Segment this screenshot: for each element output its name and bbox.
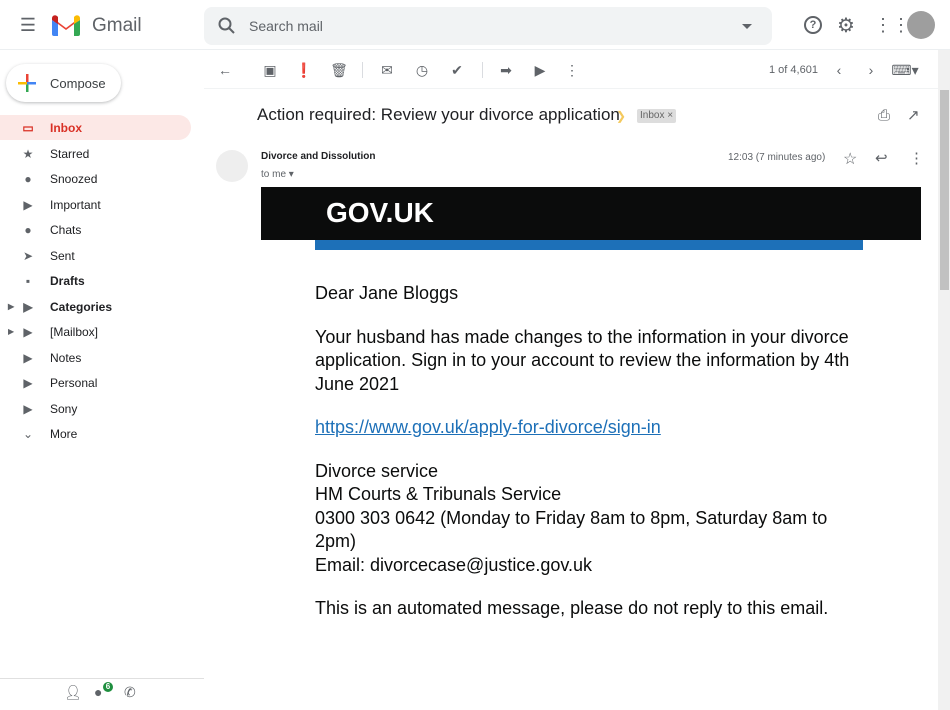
star-icon[interactable]: ☆ [843,149,857,169]
reply-icon[interactable]: ↩ [875,149,888,167]
sig-line: Email: divorcecase@justice.gov.uk [315,554,593,575]
more-options-icon[interactable]: ⋮ [909,149,924,167]
search-bar[interactable]: Search mail [204,7,772,45]
gmail-logo-icon[interactable] [52,15,80,36]
expand-arrow-icon[interactable]: ▶ [8,327,14,336]
label-icon: ▶ [23,299,33,314]
sender-avatar [216,150,248,182]
govuk-blue-bar [315,240,863,250]
print-icon[interactable]: ⎙ [878,107,890,124]
inbox-label-chip[interactable]: Inbox × [637,109,677,123]
remove-label-icon[interactable]: × [667,110,673,121]
add-task-icon[interactable]: ✔ [448,61,466,79]
chat-icon: ● [24,222,32,237]
greeting: Dear Jane Bloggs [315,283,459,303]
label-text: Inbox [640,110,665,121]
search-input[interactable]: Search mail [249,18,323,34]
email-body: Dear Jane Bloggs Your husband has made c… [315,282,863,641]
sender-name[interactable]: Divorce and Dissolution [261,151,375,162]
signature: Divorce service HM Courts & Tribunals Ser… [315,460,863,578]
sidebar-item-personal[interactable]: ▶ Personal [0,370,191,395]
pagination-text: 1 of 4,601 [769,64,818,76]
sidebar-footer-divider [0,678,204,679]
more-vert-icon[interactable]: ⋮ [563,61,581,79]
email-time: 12:03 (7 minutes ago) [728,152,826,163]
expand-arrow-icon[interactable]: ▶ [8,302,14,311]
label-icon: ▶ [23,401,33,416]
star-icon: ★ [22,146,34,161]
back-arrow-icon[interactable]: ← [216,61,234,79]
compose-button[interactable]: Compose [6,64,121,102]
sidebar-item-starred[interactable]: ★ Starred [0,141,191,166]
sidebar-item-snoozed[interactable]: ● Snoozed [0,166,191,191]
sig-line: Divorce service [315,460,439,481]
plus-icon [18,74,36,92]
label-icon: ▶ [23,375,33,390]
sidebar-item-drafts[interactable]: ▪ Drafts [0,268,191,293]
automated-notice: This is an automated message, please do … [315,598,829,618]
delete-icon[interactable]: 🗑︎ [330,61,348,79]
message-paragraph: Your husband has made changes to the inf… [315,326,850,394]
top-bar: ☰ Gmail Search mail ? ⚙ ⋮⋮⋮ [0,0,950,50]
importance-marker-icon[interactable]: ❯ [616,109,626,123]
inbox-icon: ▭ [22,120,34,135]
email-subject: Action required: Review your divorce app… [257,105,620,124]
help-icon[interactable]: ? [804,16,822,34]
hangouts-chat-icon[interactable]: ● [94,684,102,700]
sign-in-link[interactable]: https://www.gov.uk/apply-for-divorce/sig… [315,417,661,437]
app-name: Gmail [92,15,142,36]
clock-icon: ● [24,171,32,186]
draft-icon: ▪ [25,273,31,288]
account-avatar[interactable] [907,11,935,39]
recipient-text: to me [261,169,287,180]
govuk-logo-text[interactable]: GOV.UK [326,197,434,229]
sidebar-item-more[interactable]: ⌄ More [0,421,191,446]
label-icon: ▶ [23,324,33,339]
open-new-window-icon[interactable]: ↗ [907,106,920,124]
toolbar-separator [362,62,363,78]
mark-unread-icon[interactable]: ✉ [378,61,396,79]
main-menu-icon[interactable]: ☰ [18,15,38,35]
govuk-header-banner: GOV.UK [261,187,921,240]
compose-label: Compose [50,76,106,91]
report-spam-icon[interactable]: ❗ [295,61,313,79]
move-to-icon[interactable]: ➡ [497,61,515,79]
sig-line: 0300 303 0642 (Monday to Friday 8am to 8… [315,507,828,552]
sidebar-item-sony[interactable]: ▶ Sony [0,396,191,421]
labels-icon[interactable]: ▶ [531,61,549,79]
phone-icon[interactable]: ✆ [124,684,136,701]
sidebar-item-chats[interactable]: ● Chats [0,217,191,242]
search-options-icon[interactable] [742,24,752,34]
sidebar-item-inbox[interactable]: ▭ Inbox [0,115,191,140]
chat-count-badge: 6 [103,682,113,692]
recipient-dropdown[interactable]: to me ▾ [261,169,294,180]
send-icon: ➤ [22,248,34,263]
older-chevron-icon[interactable]: › [862,61,880,79]
contacts-person-icon[interactable]: 👤︎ [64,684,82,701]
sidebar-item-notes[interactable]: ▶ Notes [0,345,191,370]
newer-chevron-icon[interactable]: ‹ [830,61,848,79]
settings-gear-icon[interactable]: ⚙ [837,13,855,38]
input-tools-keyboard-icon[interactable]: ⌨▾ [891,61,918,79]
sig-line: HM Courts & Tribunals Service [315,484,562,504]
scrollbar-thumb[interactable] [940,90,949,290]
important-icon: ▶ [23,197,33,212]
sidebar-item-categories[interactable]: ▶ ▶ Categories [0,294,191,319]
snooze-clock-icon[interactable]: ◷ [413,61,431,79]
toolbar-divider [204,88,938,89]
toolbar-separator [482,62,483,78]
sidebar-item-important[interactable]: ▶ Important [0,192,191,217]
search-icon[interactable] [218,17,235,34]
chevron-down-icon: ⌄ [22,426,34,441]
sidebar-item-sent[interactable]: ➤ Sent [0,243,191,268]
label-icon: ▶ [23,350,33,365]
sidebar-item-mailbox[interactable]: ▶ ▶ [Mailbox] [0,319,191,344]
archive-icon[interactable]: ▣ [261,61,279,79]
